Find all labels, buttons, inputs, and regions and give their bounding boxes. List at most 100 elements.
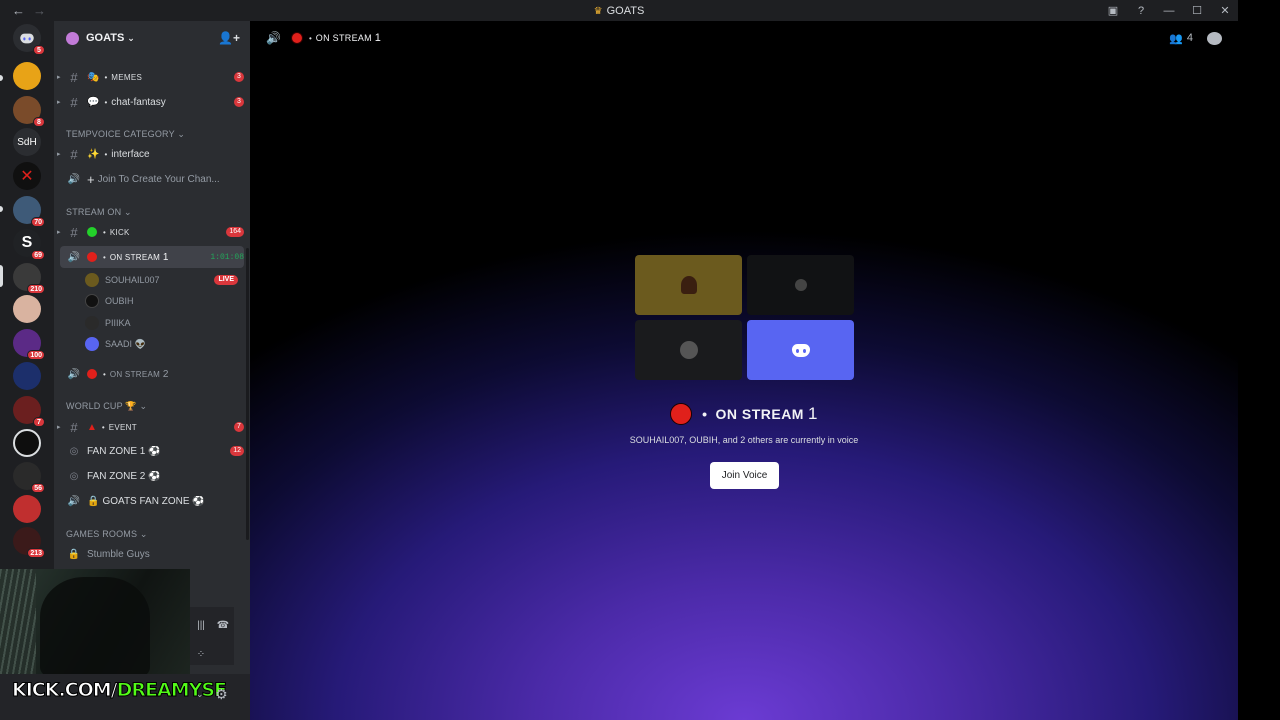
speaker-icon: 🔊 [67, 173, 81, 185]
help-icon[interactable]: ? [1134, 5, 1148, 17]
back-arrow-icon[interactable]: ← [12, 3, 25, 18]
voice-timer: 1:01:08 [210, 252, 244, 262]
server-icon[interactable] [13, 62, 41, 90]
category-stream-on[interactable]: STREAM ON ⌄ [66, 207, 132, 218]
speaker-icon: 🔊 [67, 251, 81, 263]
avatar [85, 273, 99, 287]
channel-stumble-guys[interactable]: 🔒 Stumble Guys [60, 543, 244, 565]
voice-channel-view: 🔊 • ON STREAM 1 👥 4 • ON STREAM 1 SOUHAIL… [250, 21, 1238, 720]
channel-on-stream-2[interactable]: 🔊 • ON STREAM 2 [60, 363, 244, 385]
server-icon[interactable] [13, 495, 41, 523]
speech-bubble-icon: 💬 [87, 96, 100, 108]
channel-goats-fan-zone[interactable]: 🔊 🔒 GOATS FAN ZONE ⚽ [60, 490, 244, 512]
soundboard-icon[interactable]: ||| [190, 616, 212, 634]
server-icon[interactable]: S 69 [13, 229, 45, 260]
lock-icon: 🔒 [67, 548, 81, 560]
server-icon[interactable]: SdH [13, 128, 41, 156]
channel-memes[interactable]: ▸ # 🎭 • MEMES 3 [57, 66, 244, 88]
sidebar-scrollbar[interactable] [246, 248, 249, 540]
channel-chat-fantasy[interactable]: ▸ # 💬 • chat-fantasy 3 [57, 91, 244, 113]
server-icon[interactable] [13, 429, 41, 457]
participant-tile[interactable] [635, 320, 742, 380]
server-icon[interactable]: 56 [13, 462, 45, 493]
red-circle-icon [87, 369, 97, 379]
plus-icon: + [87, 171, 95, 187]
hash-icon: # [70, 419, 78, 435]
caret-icon: ▸ [57, 74, 61, 81]
invite-people-icon[interactable]: 👤+ [218, 31, 240, 45]
channel-event[interactable]: ▸ # ▲ • EVENT 7 [57, 416, 244, 438]
voice-user[interactable]: SOUHAIL007 LIVE [85, 270, 238, 290]
chevron-down-icon: ⌄ [127, 32, 135, 43]
unread-badge: 5 [33, 45, 45, 55]
caret-icon: ▸ [57, 151, 61, 158]
speaker-icon: 🔊 [67, 368, 81, 380]
stream-overlay-url: KICK.COM/DREAMYSF [12, 679, 228, 702]
category-world-cup[interactable]: WORLD CUP 🏆 ⌄ [66, 401, 147, 412]
channel-title: ON STREAM 1 [315, 32, 382, 44]
users-icon: 👥 [1169, 32, 1183, 45]
server-icon[interactable]: 7 [13, 396, 45, 427]
masks-icon: 🎭 [87, 71, 100, 83]
stage-icon: ◎ [69, 470, 79, 482]
mention-badge: 164 [226, 227, 244, 237]
hash-icon: # [70, 69, 78, 85]
voice-user[interactable]: SAADI 👽 [85, 334, 238, 354]
avatar [85, 316, 99, 330]
channel-kick[interactable]: ▸ # • KICK 164 [57, 221, 244, 243]
hash-icon: # [70, 146, 78, 162]
discord-home-icon[interactable]: 5 [13, 24, 45, 55]
activities-icon[interactable]: ⁘ [190, 645, 212, 663]
caret-icon: ▸ [57, 424, 61, 431]
server-icon[interactable]: 8 [13, 96, 45, 127]
category-games-rooms[interactable]: GAMES ROOMS ⌄ [66, 529, 148, 540]
server-avatar-icon [66, 31, 79, 45]
server-icon[interactable]: 100 [13, 329, 45, 360]
hash-icon: # [70, 94, 78, 110]
maximize-button[interactable]: ☐ [1190, 4, 1204, 17]
channel-fan-zone-1[interactable]: ◎ FAN ZONE 1 ⚽ 12 [60, 440, 244, 462]
live-badge: LIVE [214, 275, 238, 285]
green-circle-icon [87, 227, 97, 237]
voice-user[interactable]: PIIIKA [85, 313, 238, 333]
server-header[interactable]: GOATS ⌄ 👤+ [54, 21, 250, 55]
join-voice-button[interactable]: Join Voice [710, 462, 779, 489]
chevron-down-icon[interactable]: ⌄ [196, 689, 204, 700]
channel-on-stream-1[interactable]: 🔊 • ON STREAM 1 1:01:08 [60, 246, 244, 268]
member-list-button[interactable]: 👥 4 [1169, 32, 1193, 45]
server-icon[interactable] [13, 362, 41, 390]
server-icon[interactable]: ✕ [13, 162, 41, 190]
caret-icon: ▸ [57, 99, 61, 106]
webcam-overlay [0, 569, 190, 674]
category-tempvoice[interactable]: TEMPVOICE CATEGORY ⌄ [66, 129, 185, 140]
participant-tile[interactable] [747, 320, 854, 380]
window-title: ♛ GOATS [593, 4, 645, 17]
close-button[interactable]: ✕ [1218, 4, 1232, 17]
red-circle-icon [290, 32, 303, 44]
gear-icon[interactable]: ⚙ [215, 686, 228, 703]
sparkles-icon: ✨ [87, 148, 100, 160]
forward-arrow-icon[interactable]: → [33, 3, 46, 18]
minimize-button[interactable]: — [1162, 5, 1176, 17]
disconnect-icon[interactable]: ☎ [212, 616, 234, 634]
title-bar: ← → ♛ GOATS ▣ ? — ☐ ✕ [0, 0, 1238, 21]
participant-tile[interactable] [747, 255, 854, 315]
stage-icon: ◎ [69, 445, 79, 457]
channel-interface[interactable]: ▸ # ✨ • interface [57, 143, 244, 165]
mention-badge: 12 [230, 446, 244, 456]
server-icon[interactable]: 70 [13, 196, 45, 227]
voice-participants-text: SOUHAIL007, OUBIH, and 2 others are curr… [629, 435, 859, 445]
server-icon[interactable]: 210 [13, 263, 45, 294]
server-icon[interactable]: 213 [13, 527, 45, 558]
voice-user[interactable]: OUBIH [85, 291, 238, 311]
channel-join-to-create[interactable]: 🔊 + Join To Create Your Chan... [60, 168, 244, 190]
inbox-icon[interactable]: ▣ [1106, 4, 1120, 17]
participant-grid [635, 255, 854, 381]
participant-tile[interactable] [635, 255, 742, 315]
caret-icon: ▸ [57, 229, 61, 236]
chat-icon[interactable] [1207, 31, 1222, 45]
channel-fan-zone-2[interactable]: ◎ FAN ZONE 2 ⚽ [60, 465, 244, 487]
avatar [85, 337, 99, 351]
red-circle-icon [87, 252, 97, 262]
server-icon[interactable] [13, 295, 41, 323]
